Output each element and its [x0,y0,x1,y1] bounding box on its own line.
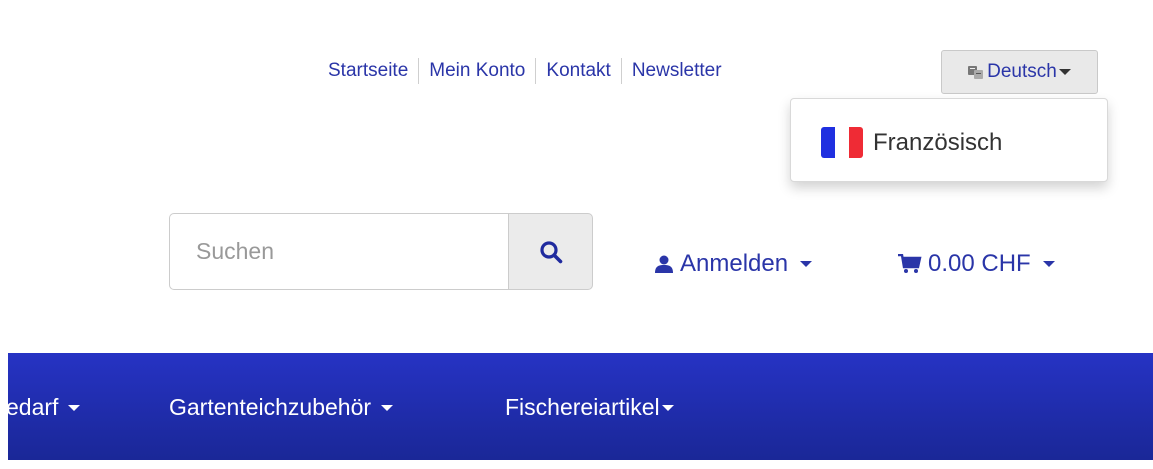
top-link-newsletter[interactable]: Newsletter [620,58,732,84]
page: Startseite Mein Konto Kontakt Newsletter… [0,0,1153,469]
language-option-franzoesisch[interactable]: Französisch [821,127,1002,158]
nav-item-label: Gartenteichzubehör [169,394,372,420]
cart-dropdown[interactable]: 0.00 CHF [898,250,1055,278]
nav-item-gartenteichzubehoer[interactable]: Gartenteichzubehör [169,394,394,421]
search-button[interactable] [508,213,593,290]
language-menu: Französisch [790,98,1108,182]
search-form [169,213,593,290]
chevron-down-icon [381,404,394,411]
cart-icon [898,254,922,273]
nav-item-label: edarf [6,394,59,420]
chevron-down-icon [661,404,674,411]
top-link-startseite[interactable]: Startseite [318,58,418,84]
chevron-down-icon [800,261,813,267]
top-link-kontakt[interactable]: Kontakt [535,58,620,84]
language-option-label: Französisch [873,128,1003,156]
chevron-down-icon [68,404,81,411]
chevron-down-icon [1042,261,1055,267]
nav-item-label: Fischereiartikel [505,394,660,420]
top-link-mein-konto[interactable]: Mein Konto [418,58,535,84]
current-language: Deutsch [987,61,1057,82]
nav-item-bedarf[interactable]: edarf [6,394,81,421]
search-icon [539,240,562,263]
chevron-down-icon [1058,69,1071,75]
flag-france-icon [821,127,863,158]
search-input[interactable] [169,213,508,290]
account-login-dropdown[interactable]: Anmelden [654,250,813,278]
cart-total: 0.00 CHF [928,250,1031,277]
language-dropdown-button[interactable]: Deutsch [941,50,1098,94]
nav-item-fischereiartikel[interactable]: Fischereiartikel [505,394,674,421]
main-navbar: edarf Gartenteichzubehör Fischereiartike… [6,353,1153,460]
top-links: Startseite Mein Konto Kontakt Newsletter [318,58,732,84]
user-icon [655,255,673,273]
account-login-label: Anmelden [680,250,789,277]
language-icon [968,65,984,79]
